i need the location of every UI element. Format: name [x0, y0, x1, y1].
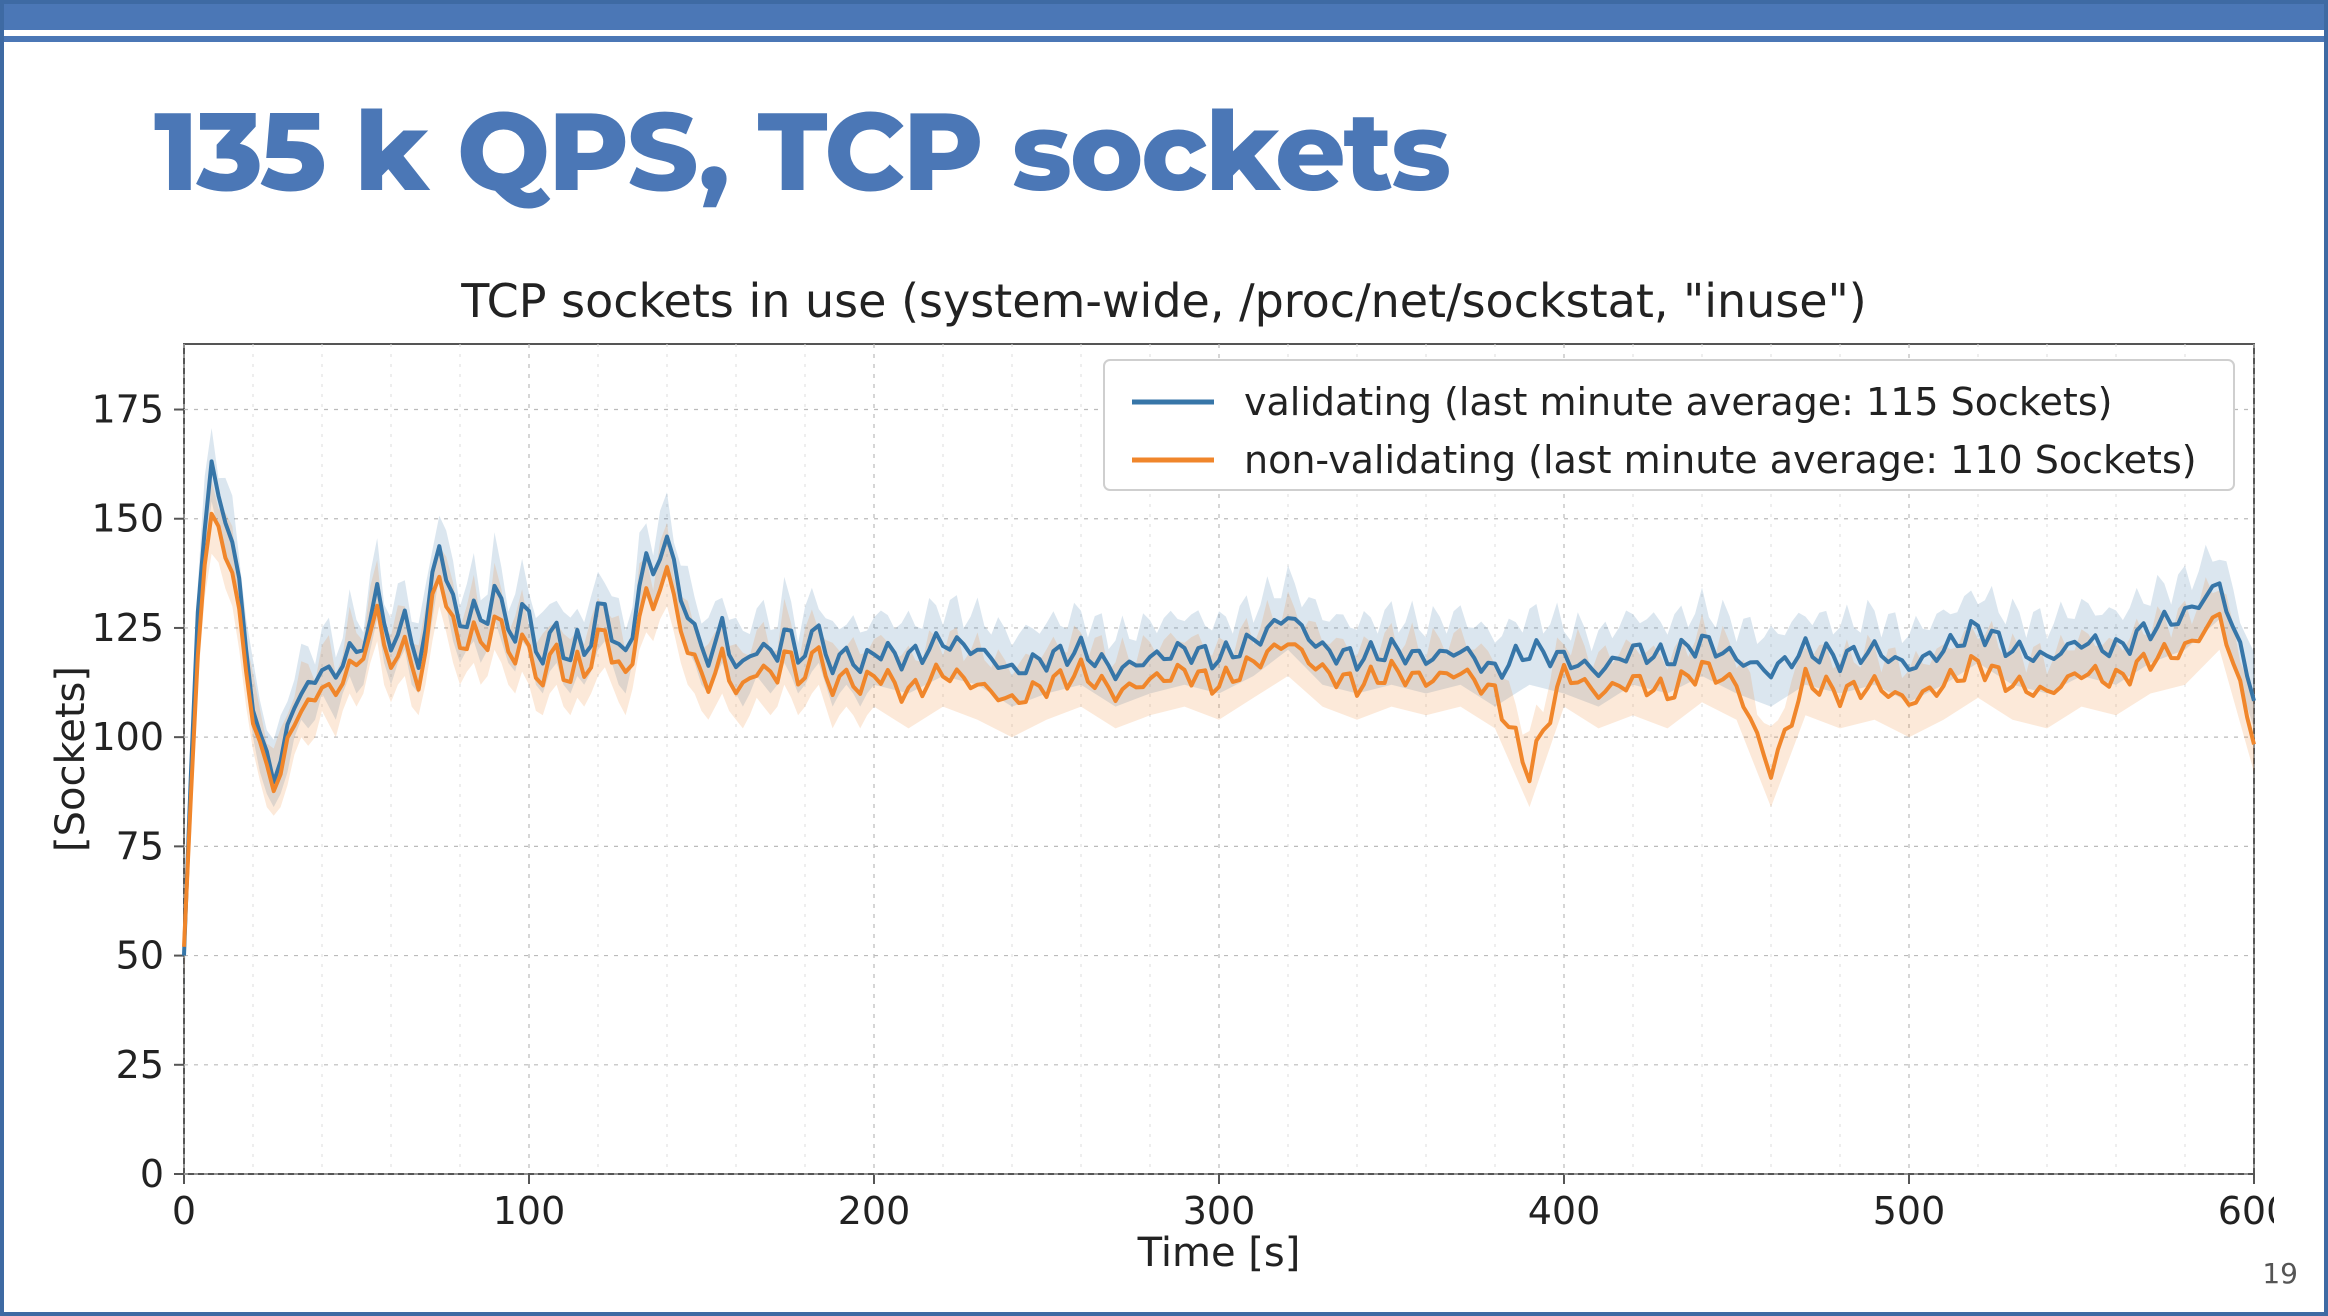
svg-text:200: 200 — [838, 1189, 911, 1233]
svg-text:300: 300 — [1183, 1189, 1256, 1233]
header-band — [4, 4, 2324, 36]
svg-text:100: 100 — [493, 1189, 566, 1233]
content-area: 135 k QPS, TCP sockets TCP sockets in us… — [4, 64, 2324, 1312]
svg-text:100: 100 — [91, 715, 164, 759]
svg-text:50: 50 — [116, 934, 164, 978]
line-chart: 0 100 200 300 400 500 600 0 25 50 75 100 125 150 175 Ti… — [34, 334, 2274, 1284]
svg-text:0: 0 — [140, 1152, 164, 1196]
page-title: 135 k QPS, TCP sockets — [154, 84, 2304, 218]
chart-title: TCP sockets in use (system-wide, /proc/n… — [34, 274, 2294, 328]
svg-text:150: 150 — [91, 497, 164, 541]
svg-text:75: 75 — [116, 824, 164, 868]
svg-text:175: 175 — [91, 388, 164, 432]
svg-text:500: 500 — [1873, 1189, 1946, 1233]
legend-entry-0: validating (last minute average: 115 Soc… — [1244, 380, 2112, 424]
slide: 135 k QPS, TCP sockets TCP sockets in us… — [0, 0, 2328, 1316]
svg-text:Time [s]: Time [s] — [1137, 1230, 1301, 1276]
svg-text:[Sockets]: [Sockets] — [48, 666, 94, 852]
chart-wrap: TCP sockets in use (system-wide, /proc/n… — [34, 274, 2294, 1282]
page-number: 19 — [2262, 1257, 2298, 1290]
svg-text:0: 0 — [172, 1189, 196, 1233]
svg-text:600: 600 — [2218, 1189, 2274, 1233]
svg-text:400: 400 — [1528, 1189, 1601, 1233]
legend-entry-1: non-validating (last minute average: 110… — [1244, 438, 2197, 482]
svg-text:25: 25 — [116, 1043, 164, 1087]
legend: validating (last minute average: 115 Soc… — [1104, 360, 2234, 490]
svg-text:125: 125 — [91, 606, 164, 650]
